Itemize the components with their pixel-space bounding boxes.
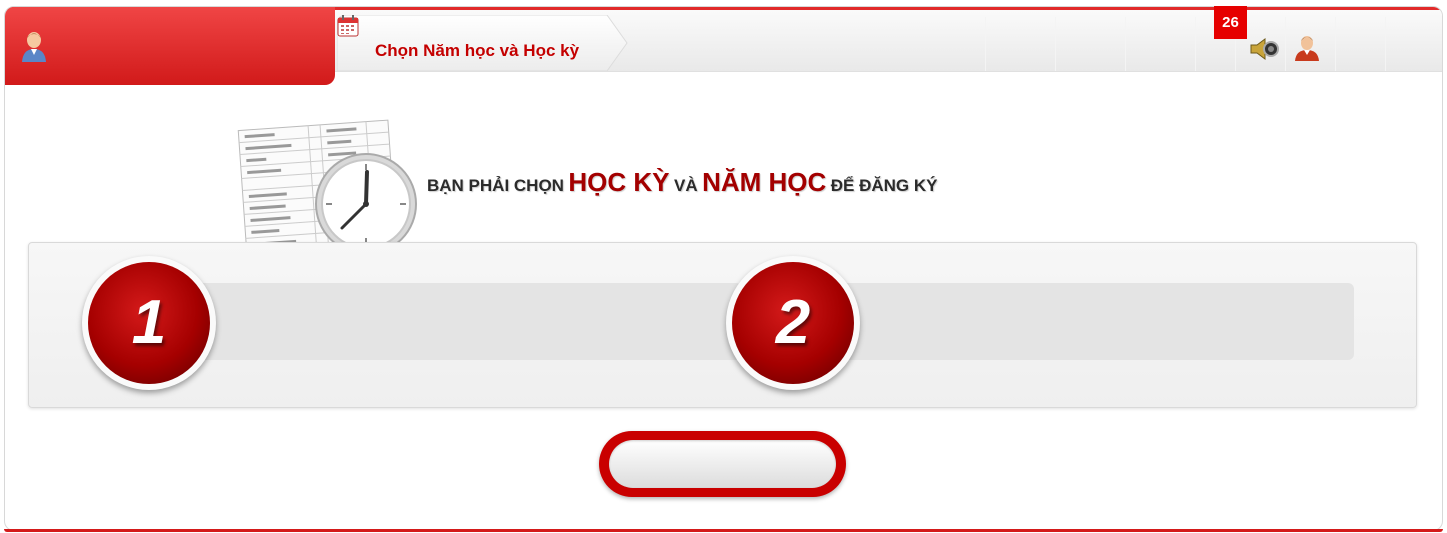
- user-panel[interactable]: [5, 7, 335, 85]
- confirm-button-label: [609, 440, 836, 488]
- tab-select-year-semester[interactable]: Chọn Năm học và Học kỳ: [337, 15, 629, 71]
- heading-semester: HỌC KỲ: [568, 167, 670, 197]
- tab-label: Chọn Năm học và Học kỳ: [375, 41, 580, 60]
- profile-icon[interactable]: [1294, 34, 1320, 62]
- step-1-badge: 1: [82, 256, 216, 390]
- step-1-select[interactable]: [182, 283, 742, 360]
- heading-school-year: NĂM HỌC: [702, 167, 827, 197]
- heading-part-5: ĐỂ ĐĂNG KÝ: [830, 176, 938, 195]
- step-2-badge: 2: [726, 256, 860, 390]
- confirm-button[interactable]: [599, 431, 846, 497]
- bottom-accent-line: [4, 529, 1443, 532]
- step-1-number: 1: [131, 288, 167, 357]
- notification-count-badge[interactable]: 26: [1214, 6, 1247, 39]
- calendar-icon: [337, 15, 359, 37]
- schedule-clock-icon: [237, 119, 417, 259]
- user-icon: [22, 32, 46, 62]
- heading-part-3: VÀ: [673, 176, 698, 195]
- step-2-number: 2: [775, 288, 811, 357]
- step-2-select[interactable]: [832, 283, 1354, 360]
- speaker-icon[interactable]: [1249, 36, 1281, 62]
- page-heading: BẠN PHẢI CHỌN HỌC KỲ VÀ NĂM HỌC ĐỂ ĐĂNG …: [427, 167, 937, 198]
- heading-part-1: BẠN PHẢI CHỌN: [427, 176, 564, 195]
